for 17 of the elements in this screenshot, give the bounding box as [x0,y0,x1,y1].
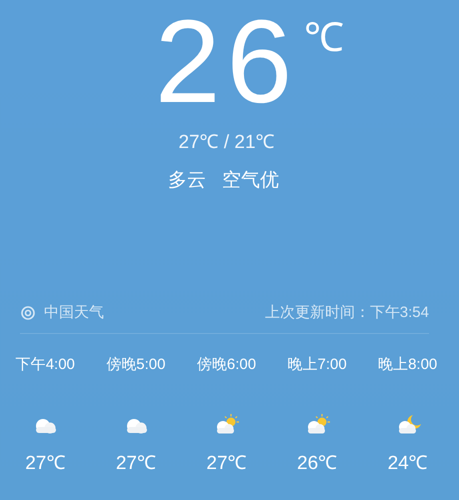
hour-temperature: 26℃ [297,452,338,476]
hour-temperature: 24℃ [388,452,428,476]
hour-label: 下午4:00 [16,355,75,375]
last-updated-time: 上次更新时间：下午3:54 [264,302,429,323]
hour-label: 傍晚6:00 [196,355,256,375]
hour-label: 傍晚5:00 [106,355,166,375]
current-temperature: 26 [154,2,298,122]
hour-temperature: 27℃ [206,452,247,476]
weather-condition: 多云 [168,169,206,193]
hour-temperature: 27℃ [25,452,66,476]
hour-temperature: 27℃ [116,452,156,476]
source-name: 中国天气 [44,302,104,323]
air-quality: 空气优 [222,169,279,193]
high-low-temperature: 27℃ / 21℃ [178,131,275,155]
hour-label: 晚上7:00 [287,355,347,375]
hour-label: 晚上8:00 [378,355,438,375]
temperature-unit: ℃ [304,16,344,60]
